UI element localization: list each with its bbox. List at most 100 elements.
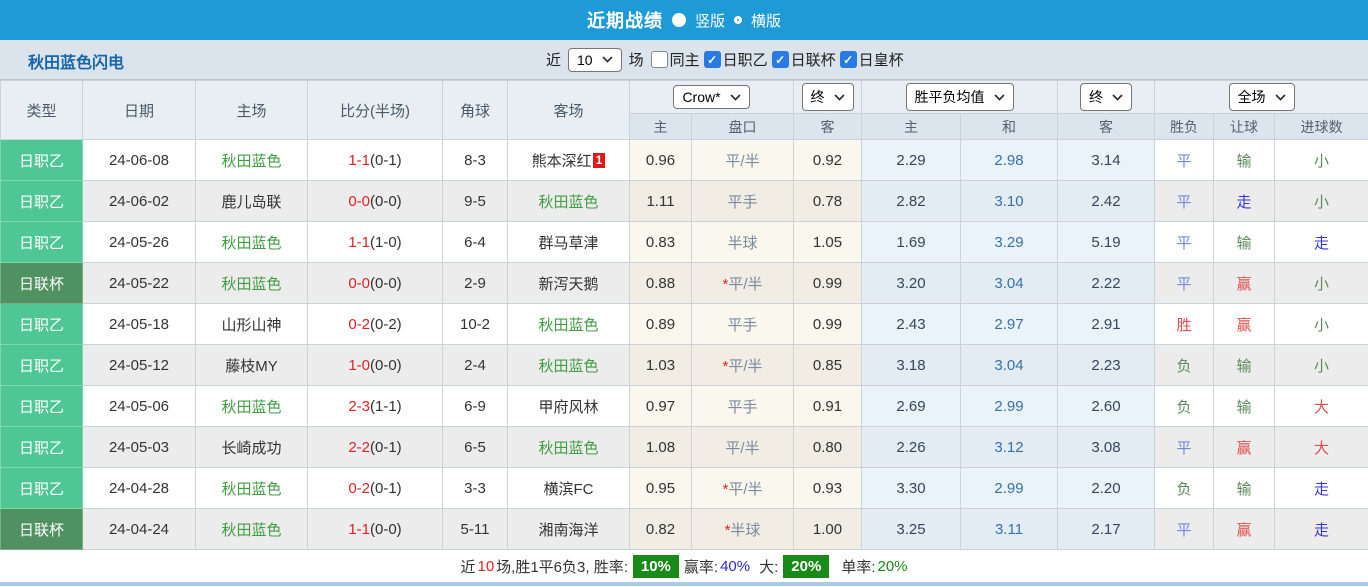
- recent-count-select[interactable]: 10: [568, 48, 622, 72]
- avg-away-value: 3.08: [1091, 439, 1120, 456]
- competition-checkboxes: 同主✓日职乙✓日联杯✓日皇杯: [651, 49, 904, 70]
- handicap-value: 平/半: [728, 481, 762, 498]
- checkbox-同主[interactable]: [651, 51, 668, 68]
- competition-type-badge: 日职乙: [19, 235, 64, 252]
- cell-score: 2-2(0-1): [308, 427, 443, 468]
- checkbox-日联杯[interactable]: ✓: [772, 51, 789, 68]
- cell-goals-result: 小: [1275, 345, 1368, 386]
- cell-wdl-result: 负: [1155, 468, 1214, 509]
- avg-home-value: 3.18: [896, 357, 925, 374]
- subheader-odds-home: 主: [630, 114, 692, 140]
- cell-home-team: 秋田蓝色: [196, 263, 308, 304]
- cell-odds-home: 0.95: [630, 468, 692, 509]
- cell-avg-draw: 2.97: [961, 304, 1058, 345]
- avg-source-select[interactable]: 胜平负均值: [906, 83, 1014, 111]
- wdl-result: 平: [1176, 440, 1191, 457]
- cell-competition-type: 日职乙: [1, 140, 83, 181]
- cell-corners: 5-11: [443, 509, 508, 550]
- handicap-result: 赢: [1236, 276, 1251, 293]
- cell-wdl-result: 平: [1155, 140, 1214, 181]
- avg-time-select[interactable]: 终: [1080, 83, 1132, 111]
- fulltime-score: 0-2: [348, 480, 370, 497]
- goals-result: 大: [1314, 440, 1329, 457]
- avg-home-value: 2.82: [896, 193, 925, 210]
- corners-value: 5-11: [461, 521, 490, 538]
- cell-wdl-result: 平: [1155, 263, 1214, 304]
- odds-home-value: 0.88: [646, 275, 675, 292]
- handicap-value: 平/半: [728, 276, 762, 293]
- checkbox-label: 日皇杯: [859, 49, 904, 70]
- cell-avg-home: 3.30: [862, 468, 961, 509]
- handicap-value: 平手: [727, 317, 757, 334]
- cell-score: 0-0(0-0): [308, 181, 443, 222]
- odds-home-value: 0.96: [646, 152, 675, 169]
- checkbox-group-3: ✓日联杯: [772, 49, 836, 70]
- cell-corners: 2-9: [443, 263, 508, 304]
- odds-source-value: Crow*: [682, 89, 720, 105]
- avg-home-value: 3.25: [896, 521, 925, 538]
- radio-horizontal-layout[interactable]: [734, 16, 742, 24]
- cell-score: 1-0(0-0): [308, 345, 443, 386]
- odds-source-select[interactable]: Crow*: [673, 85, 749, 109]
- handicap-result: 输: [1236, 235, 1251, 252]
- bottom-accent-strip: [0, 582, 1368, 586]
- checkbox-group-4: ✓日皇杯: [840, 49, 904, 70]
- cell-goals-result: 小: [1275, 181, 1368, 222]
- goals-result: 走: [1314, 235, 1329, 252]
- corners-value: 2-4: [464, 357, 486, 374]
- wdl-result: 平: [1176, 235, 1191, 252]
- cell-handicap: 平手: [692, 386, 794, 427]
- subheader-avg-home: 主: [862, 114, 961, 140]
- cell-avg-away: 2.91: [1058, 304, 1155, 345]
- odds-away-value: 1.05: [813, 234, 842, 251]
- recent-label: 近: [546, 49, 561, 70]
- handicap-value: 平/半: [725, 153, 759, 170]
- cell-goals-result: 走: [1275, 509, 1368, 550]
- halftime-score: (0-2): [370, 316, 402, 333]
- cell-date: 24-05-03: [83, 427, 196, 468]
- subheader-wdl: 胜负: [1155, 114, 1214, 140]
- table-row: 日职乙24-05-06秋田蓝色2-3(1-1)6-9甲府风林0.97平手0.91…: [1, 386, 1368, 427]
- results-table: 类型 日期 主场 比分(半场) 角球 客场 Crow* 终 胜平负均值 终: [0, 80, 1368, 550]
- checkbox-group-1: 同主: [651, 49, 700, 70]
- cell-wdl-result: 平: [1155, 222, 1214, 263]
- odds-time-select[interactable]: 终: [802, 83, 854, 111]
- radio-vertical-layout[interactable]: [672, 13, 686, 27]
- cell-handicap-result: 赢: [1214, 263, 1275, 304]
- cell-date: 24-05-12: [83, 345, 196, 386]
- cell-odds-home: 1.08: [630, 427, 692, 468]
- odds-away-value: 1.00: [813, 521, 842, 538]
- corners-value: 2-9: [464, 275, 486, 292]
- cell-home-team: 秋田蓝色: [196, 509, 308, 550]
- halftime-score: (0-0): [370, 193, 402, 210]
- footer-recent-count: 10: [477, 558, 494, 575]
- fulltime-score: 1-1: [348, 152, 370, 169]
- scope-select[interactable]: 全场: [1229, 83, 1295, 111]
- fulltime-score: 2-3: [348, 398, 370, 415]
- cell-odds-home: 1.03: [630, 345, 692, 386]
- corners-value: 6-5: [464, 439, 486, 456]
- halftime-score: (0-0): [370, 357, 402, 374]
- away-team-name: 秋田蓝色: [538, 358, 598, 375]
- fulltime-score: 1-1: [348, 521, 370, 538]
- corners-value: 9-5: [464, 193, 486, 210]
- checkbox-日职乙[interactable]: ✓: [704, 51, 721, 68]
- cell-home-team: 长崎成功: [196, 427, 308, 468]
- cell-handicap: 平/半: [692, 140, 794, 181]
- cell-corners: 10-2: [443, 304, 508, 345]
- header-corners: 角球: [443, 81, 508, 140]
- header-odds-time-cell: 终: [794, 81, 862, 114]
- cell-wdl-result: 负: [1155, 386, 1214, 427]
- checkbox-group-2: ✓日职乙: [704, 49, 768, 70]
- table-row: 日职乙24-05-18山形山神0-2(0-2)10-2秋田蓝色0.89平手0.9…: [1, 304, 1368, 345]
- cell-competition-type: 日职乙: [1, 468, 83, 509]
- away-team-name: 甲府风林: [538, 399, 598, 416]
- away-team-name: 湘南海洋: [538, 522, 598, 539]
- odds-home-value: 1.08: [646, 439, 675, 456]
- chevron-down-icon: [1275, 94, 1286, 101]
- cell-home-team: 秋田蓝色: [196, 386, 308, 427]
- footer-single-pct: 20%: [877, 558, 907, 575]
- cell-avg-draw: 3.04: [961, 345, 1058, 386]
- avg-home-value: 3.20: [896, 275, 925, 292]
- checkbox-日皇杯[interactable]: ✓: [840, 51, 857, 68]
